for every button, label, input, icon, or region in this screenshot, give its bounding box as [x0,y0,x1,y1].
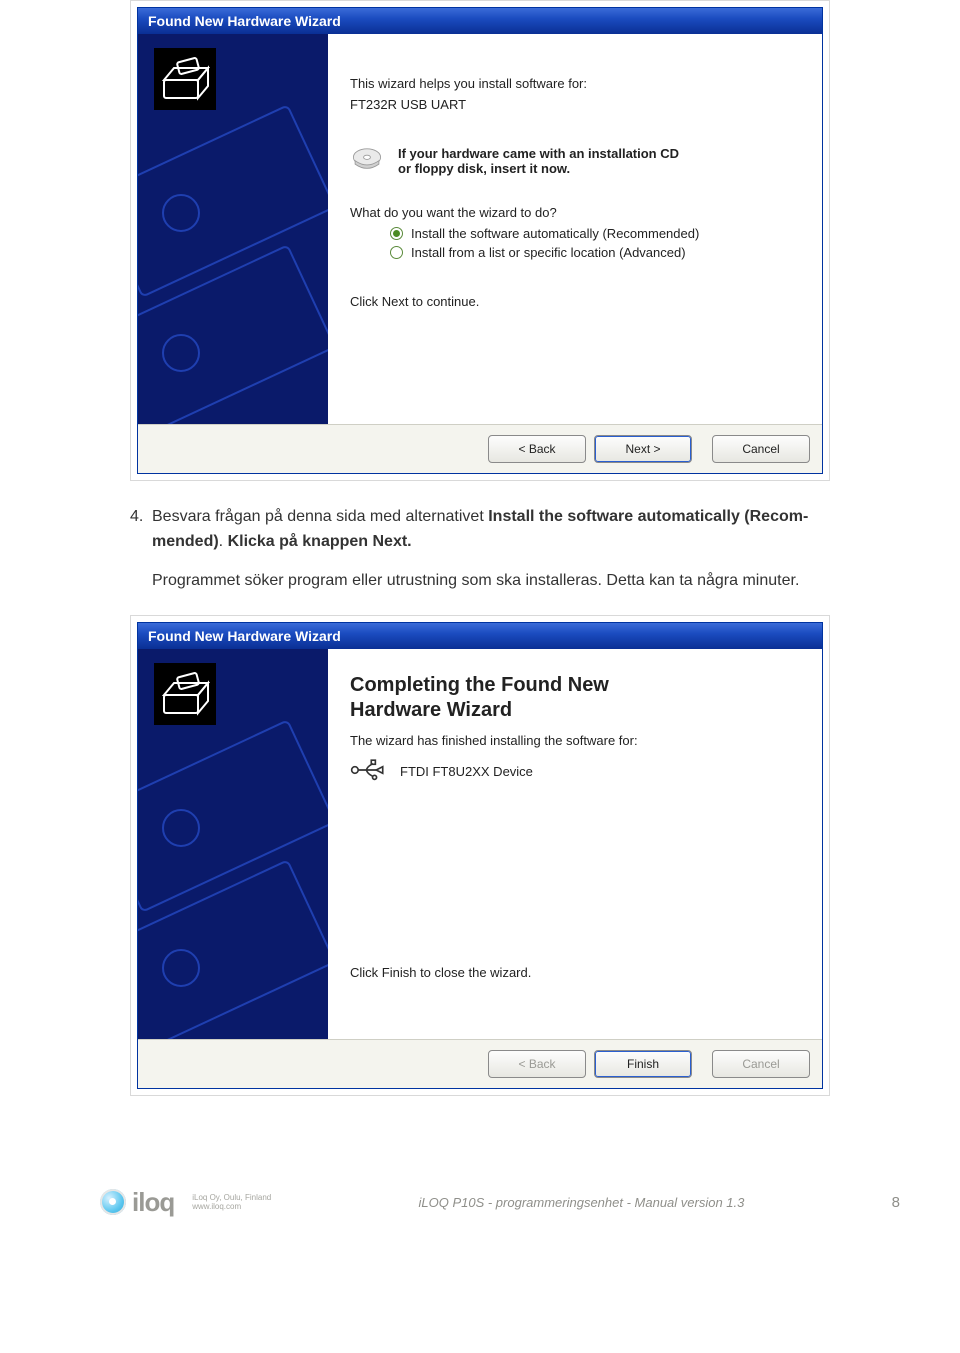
hardware-icon-2 [154,663,216,725]
instruction-step-4: 4. Besvara frågan på denna sida med alte… [130,505,830,593]
completion-heading: Completing the Found New Hardware Wizard [350,673,804,723]
wizard-side-graphic [138,34,328,424]
wizard-screenshot-2: Found New Hardware Wizard [130,615,830,1096]
finish-hint: Click Finish to close the wizard. [350,965,804,980]
cd-icon [350,142,384,179]
wizard-question: What do you want the wizard to do? [350,205,804,220]
cd-hint: If your hardware came with an installati… [398,146,679,176]
cancel-button-2: Cancel [712,1050,810,1078]
radio-list[interactable]: Install from a list or specific location… [390,245,804,260]
finish-button[interactable]: Finish [594,1050,692,1078]
finished-text: The wizard has finished installing the s… [350,733,804,748]
radio-auto[interactable]: Install the software automatically (Reco… [390,226,804,241]
wizard-side-graphic-2 [138,649,328,1039]
logo-mark-icon [100,1189,126,1215]
back-button-2: < Back [488,1050,586,1078]
usb-icon [350,758,386,785]
hardware-icon [154,48,216,110]
next-button[interactable]: Next > [594,435,692,463]
page-number: 8 [892,1194,900,1211]
back-button[interactable]: < Back [488,435,586,463]
cancel-button[interactable]: Cancel [712,435,810,463]
window-title-2: Found New Hardware Wizard [138,623,822,649]
device-name-2: FTDI FT8U2XX Device [400,764,533,779]
next-hint: Click Next to continue. [350,294,804,309]
window-title: Found New Hardware Wizard [138,8,822,34]
radio-auto-label: Install the software automatically (Reco… [411,226,699,241]
wizard-screenshot-1: Found New Hardware Wizard [130,0,830,481]
radio-list-label: Install from a list or specific location… [411,245,686,260]
device-name: FT232R USB UART [350,97,804,112]
footer-center-text: iLOQ P10S - programmeringsenhet - Manual… [271,1195,891,1210]
logo: iloq [100,1187,174,1218]
footer-address: iLoq Oy, Oulu, Finland www.iloq.com [192,1193,271,1212]
logo-text: iloq [132,1187,174,1218]
page-footer: iloq iLoq Oy, Oulu, Finland www.iloq.com… [0,1176,960,1228]
intro-text: This wizard helps you install software f… [350,76,804,91]
